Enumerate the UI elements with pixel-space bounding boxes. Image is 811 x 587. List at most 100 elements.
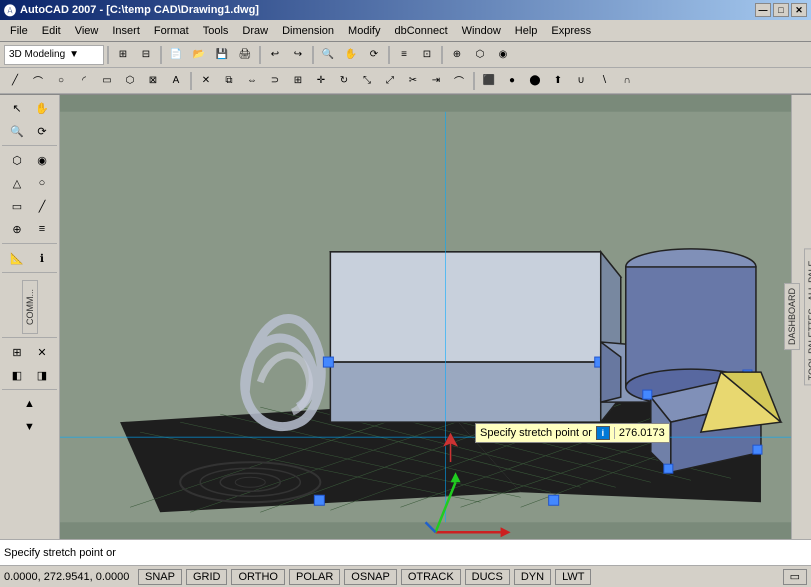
menu-format[interactable]: Format [148, 23, 195, 39]
left-tool-row-9: ◧ ◨ [5, 364, 54, 386]
move-btn[interactable]: ✛ [310, 71, 332, 91]
grid-btn[interactable]: GRID [186, 569, 228, 585]
polygon-btn[interactable]: ⬡ [119, 71, 141, 91]
maximize-button[interactable]: □ [773, 3, 789, 17]
toolbar-btn-1[interactable]: ⊞ [112, 45, 134, 65]
hatch-btn[interactable]: ⊠ [142, 71, 164, 91]
3d-orbit-btn[interactable]: ⊕ [446, 45, 468, 65]
redo-btn[interactable]: ↪ [287, 45, 309, 65]
3dsubtract-btn[interactable]: ∖ [593, 71, 615, 91]
3dextrude-btn[interactable]: ⬆ [547, 71, 569, 91]
orbit-btn[interactable]: ⟳ [363, 45, 385, 65]
3d-tool-1[interactable]: ⬡ [5, 149, 29, 171]
fillet-btn[interactable]: ⌒ [448, 71, 470, 91]
zoom-tool[interactable]: 🔍 [5, 120, 29, 142]
ducs-btn[interactable]: DUCS [465, 569, 510, 585]
draw-tool-1[interactable]: △ [5, 172, 29, 194]
polar-btn[interactable]: POLAR [289, 569, 340, 585]
new-file-btn[interactable]: 📄 [165, 45, 187, 65]
3d-tool-2[interactable]: ◉ [30, 149, 54, 171]
dashboard-label[interactable]: DASHBOARD [784, 283, 800, 350]
otrack-btn[interactable]: OTRACK [401, 569, 461, 585]
info-tool[interactable]: ℹ [30, 247, 54, 269]
pan-btn[interactable]: ✋ [340, 45, 362, 65]
menu-view[interactable]: View [69, 23, 105, 39]
orbit-tool[interactable]: ⟳ [30, 120, 54, 142]
extra-tool-2[interactable]: ◨ [30, 364, 54, 386]
visual-style-btn[interactable]: ◉ [492, 45, 514, 65]
left-tool-row-4: △ ○ [5, 172, 54, 194]
workspace-dropdown[interactable]: 3D Modeling ▼ [4, 45, 104, 65]
draw-tool-3[interactable]: ▭ [5, 195, 29, 217]
measure-tool[interactable]: 📐 [5, 247, 29, 269]
zoom-btn[interactable]: 🔍 [317, 45, 339, 65]
dyn-btn[interactable]: DYN [514, 569, 551, 585]
menu-tools[interactable]: Tools [197, 23, 235, 39]
close-button[interactable]: ✕ [791, 3, 807, 17]
snap-btn[interactable]: SNAP [138, 569, 182, 585]
toolbar-btn-2[interactable]: ⊟ [135, 45, 157, 65]
3dunion-btn[interactable]: ∪ [570, 71, 592, 91]
menu-draw[interactable]: Draw [236, 23, 274, 39]
menu-window[interactable]: Window [456, 23, 507, 39]
tool-divider5 [2, 389, 57, 390]
3d-view-btn[interactable]: ⬡ [469, 45, 491, 65]
stretch-btn[interactable]: ⤢ [379, 71, 401, 91]
menu-modify[interactable]: Modify [342, 23, 386, 39]
arc-btn[interactable]: ◜ [73, 71, 95, 91]
model-btn[interactable]: ▭ [783, 569, 807, 585]
text-btn[interactable]: A [165, 71, 187, 91]
draw-tool-4[interactable]: ╱ [30, 195, 54, 217]
open-file-btn[interactable]: 📂 [188, 45, 210, 65]
plot-btn[interactable]: 🖨 [234, 45, 256, 65]
copy-btn[interactable]: ⧉ [218, 71, 240, 91]
calc-tool[interactable]: ⊞ [5, 341, 29, 363]
3dcyl-btn[interactable]: ⬤ [524, 71, 546, 91]
viewport[interactable]: Specify stretch point or i 276.0173 [60, 95, 791, 539]
polyline-btn[interactable]: ⌒ [27, 71, 49, 91]
tool-divider4 [2, 337, 57, 338]
circle-btn[interactable]: ○ [50, 71, 72, 91]
offset-btn[interactable]: ⊃ [264, 71, 286, 91]
erase-btn[interactable]: ✕ [195, 71, 217, 91]
scale-btn[interactable]: ⤡ [356, 71, 378, 91]
menu-insert[interactable]: Insert [106, 23, 146, 39]
mirror-btn[interactable]: ⇔ [241, 71, 263, 91]
comm-label[interactable]: COMM... [22, 280, 38, 334]
scroll-up-tool[interactable]: ▲ [18, 393, 42, 415]
3dbox-btn[interactable]: ⬛ [478, 71, 500, 91]
extend-btn[interactable]: ⇥ [425, 71, 447, 91]
menu-edit[interactable]: Edit [36, 23, 67, 39]
minimize-button[interactable]: — [755, 3, 771, 17]
line-btn[interactable]: ╱ [4, 71, 26, 91]
draw-tool-2[interactable]: ○ [30, 172, 54, 194]
scroll-dn-tool[interactable]: ▼ [18, 416, 42, 438]
menu-help[interactable]: Help [509, 23, 544, 39]
lwt-btn[interactable]: LWT [555, 569, 591, 585]
save-btn[interactable]: 💾 [211, 45, 233, 65]
layer-btn[interactable]: ≡ [393, 45, 415, 65]
menu-dimension[interactable]: Dimension [276, 23, 340, 39]
layer-tool[interactable]: ≡ [30, 218, 54, 240]
menu-dbconnect[interactable]: dbConnect [388, 23, 453, 39]
rotate-btn[interactable]: ↻ [333, 71, 355, 91]
osnap-btn[interactable]: OSNAP [344, 569, 397, 585]
undo-btn[interactable]: ↩ [264, 45, 286, 65]
dropdown-arrow-icon: ▼ [69, 49, 79, 60]
menu-file[interactable]: File [4, 23, 34, 39]
select-tool[interactable]: ↖ [5, 97, 29, 119]
trim-btn[interactable]: ✂ [402, 71, 424, 91]
3dintersect-btn[interactable]: ∩ [616, 71, 638, 91]
tooltip-value: 276.0173 [614, 427, 665, 439]
menu-express[interactable]: Express [545, 23, 597, 39]
props-btn[interactable]: ⊡ [416, 45, 438, 65]
ortho-btn[interactable]: ORTHO [231, 569, 285, 585]
snap-tool[interactable]: ⊕ [5, 218, 29, 240]
pan-tool[interactable]: ✋ [30, 97, 54, 119]
close-tool[interactable]: ✕ [30, 341, 54, 363]
extra-tool-1[interactable]: ◧ [5, 364, 29, 386]
rect-btn[interactable]: ▭ [96, 71, 118, 91]
array-btn[interactable]: ⊞ [287, 71, 309, 91]
tool-palettes-label[interactable]: TOOL PALETTES - ALL PALE... [804, 248, 811, 385]
3dsphere-btn[interactable]: ● [501, 71, 523, 91]
